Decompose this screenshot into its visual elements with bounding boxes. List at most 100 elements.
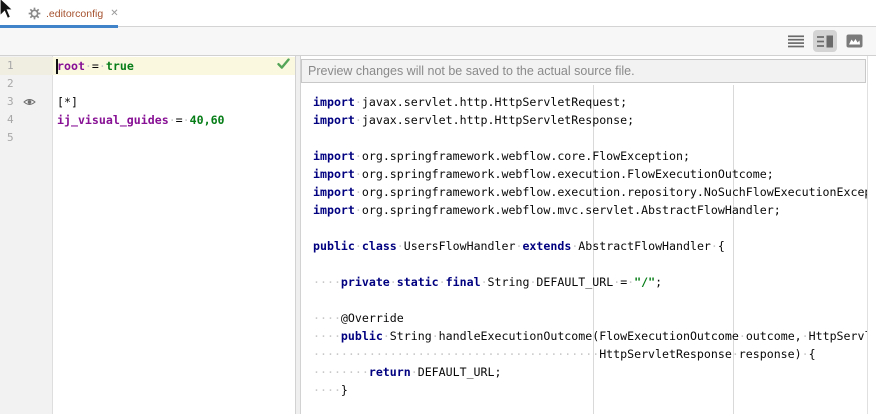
code-segment: · xyxy=(397,239,404,253)
editor-line-text[interactable]: [*] xyxy=(53,93,295,111)
line-number-text: 1 xyxy=(7,57,14,75)
code-segment: = xyxy=(176,113,183,127)
editor-line-text[interactable]: ij_visual_guides·=·40,60 xyxy=(53,111,295,129)
preview-code-line xyxy=(313,129,867,147)
code-segment: · xyxy=(390,275,397,289)
code-segment: import xyxy=(313,167,355,181)
tab-title: .editorconfig xyxy=(46,8,103,20)
code-segment: @Override xyxy=(341,311,404,325)
code-segment: · xyxy=(355,149,362,163)
editor-line[interactable]: 3 [*] xyxy=(0,93,295,111)
line-number: 4 xyxy=(0,111,53,129)
code-segment: · xyxy=(481,275,488,289)
tab-editorconfig[interactable]: .editorconfig ✕ xyxy=(0,0,127,27)
line-number-text: 2 xyxy=(7,75,14,93)
list-lines-icon xyxy=(788,35,804,48)
preview-code-line: import·org.springframework.webflow.core.… xyxy=(313,147,867,165)
code-segment: HttpServletResponse xyxy=(599,347,732,361)
code-segment: String xyxy=(390,329,432,343)
line-number-text: 3 xyxy=(7,93,14,111)
preview-pane[interactable]: Preview changes will not be saved to the… xyxy=(301,56,867,414)
code-segment: public xyxy=(313,239,355,253)
scrollbar-track xyxy=(867,56,876,414)
code-segment: · xyxy=(802,329,809,343)
code-segment: ···· xyxy=(313,311,341,325)
code-segment: import xyxy=(313,149,355,163)
ide-window: .editorconfig ✕ xyxy=(0,0,876,415)
code-segment: · xyxy=(439,275,446,289)
code-segment: = xyxy=(92,59,99,73)
line-number: 5 xyxy=(0,129,53,147)
inspections-ok-icon[interactable] xyxy=(277,58,290,70)
code-segment: ········ xyxy=(313,365,369,379)
code-segment: return xyxy=(369,365,411,379)
code-segment: · xyxy=(732,347,739,361)
preview-code-line: import·javax.servlet.http.HttpServletRes… xyxy=(313,111,867,129)
preview-code-line: ········return·DEFAULT_URL; xyxy=(313,363,867,381)
editor-line[interactable]: 1 root·=·true xyxy=(0,57,295,75)
code-segment: org.springframework.webflow.mvc.servlet.… xyxy=(362,203,781,217)
code-segment: · xyxy=(411,365,418,379)
line-number-text: 5 xyxy=(7,129,14,147)
code-segment: ; xyxy=(655,275,662,289)
code-segment: · xyxy=(383,329,390,343)
code-segment: · xyxy=(355,239,362,253)
editor-line-text[interactable] xyxy=(53,129,295,147)
code-segment: · xyxy=(355,203,362,217)
code-segment: ij_visual_guides xyxy=(57,113,169,127)
editor-line-text[interactable] xyxy=(53,75,295,93)
preview-eye-icon[interactable] xyxy=(23,97,36,107)
code-segment: · xyxy=(802,347,809,361)
preview-code-line: ····} xyxy=(313,381,867,399)
editor-split-area: 1root·=·true23[*]4ij_visual_guides·=·40,… xyxy=(0,56,876,414)
code-segment: UsersFlowHandler xyxy=(404,239,516,253)
left-editor-rows: 1root·=·true23[*]4ij_visual_guides·=·40,… xyxy=(0,56,295,147)
code-segment: String xyxy=(488,275,530,289)
preview-only-button[interactable] xyxy=(842,30,866,52)
code-segment: 40,60 xyxy=(190,113,225,127)
editorconfig-editor[interactable]: 1root·=·true23[*]4ij_visual_guides·=·40,… xyxy=(0,56,295,414)
code-segment: org.springframework.webflow.core.FlowExc… xyxy=(362,149,690,163)
preview-code-line: ········································… xyxy=(313,345,867,363)
code-segment: import xyxy=(313,95,355,109)
code-segment: · xyxy=(355,185,362,199)
code-segment: DEFAULT_URL xyxy=(536,275,613,289)
code-segment: HttpServletRequest xyxy=(809,329,867,343)
editor-line[interactable]: 2 xyxy=(0,75,295,93)
editor-only-button[interactable] xyxy=(784,30,808,52)
tab-close-icon[interactable]: ✕ xyxy=(110,9,118,19)
code-segment: · xyxy=(85,59,92,73)
code-segment: class xyxy=(362,239,397,253)
preview-code-lines: import·javax.servlet.http.HttpServletReq… xyxy=(301,83,867,399)
code-segment: handleExecutionOutcome(FlowExecutionOutc… xyxy=(439,329,739,343)
preview-code-line: import·org.springframework.webflow.mvc.s… xyxy=(313,201,867,219)
editor-and-preview-button[interactable] xyxy=(813,30,837,52)
code-segment: ···· xyxy=(313,329,341,343)
code-segment: final xyxy=(446,275,481,289)
editor-line-text[interactable]: root·=·true xyxy=(53,57,295,75)
preview-banner: Preview changes will not be saved to the… xyxy=(301,59,866,83)
preview-code-line: import·javax.servlet.http.HttpServletReq… xyxy=(313,93,867,111)
code-segment: · xyxy=(739,329,746,343)
active-tab-underline xyxy=(0,25,118,28)
editor-line[interactable]: 4ij_visual_guides·=·40,60 xyxy=(0,111,295,129)
code-segment: ········································… xyxy=(313,347,599,361)
code-segment: "/" xyxy=(634,275,655,289)
code-segment: · xyxy=(711,239,718,253)
code-segment: import xyxy=(313,113,355,127)
code-segment: · xyxy=(432,329,439,343)
code-segment: javax.servlet.http.HttpServletResponse; xyxy=(362,113,634,127)
preview-code-line: import·org.springframework.webflow.execu… xyxy=(313,183,867,201)
code-segment: response) xyxy=(739,347,802,361)
settings-gear-icon xyxy=(28,7,41,20)
code-segment: · xyxy=(355,113,362,127)
image-preview-icon xyxy=(846,34,863,48)
code-segment: · xyxy=(183,113,190,127)
code-segment: public xyxy=(341,329,383,343)
line-number: 3 xyxy=(0,93,53,111)
editor-line[interactable]: 5 xyxy=(0,129,295,147)
split-view-icon xyxy=(817,35,833,48)
code-segment: [*] xyxy=(57,95,78,109)
preview-code-line: public·class·UsersFlowHandler·extends·Ab… xyxy=(313,237,867,255)
code-segment: import xyxy=(313,185,355,199)
